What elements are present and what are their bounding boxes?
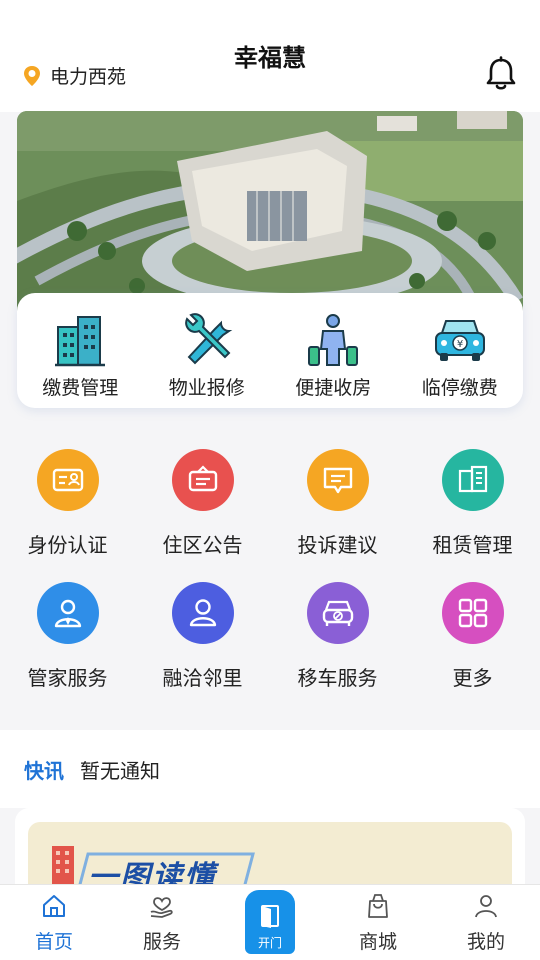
- location-selector[interactable]: 电力西苑: [22, 62, 126, 89]
- quick-action-repair[interactable]: 物业报修: [144, 293, 271, 408]
- service-lease[interactable]: 租赁管理: [405, 449, 540, 558]
- service-icon-circle: [171, 449, 234, 511]
- service-icon-circle: [36, 582, 99, 644]
- message-icon: [323, 467, 352, 494]
- news-bar[interactable]: 快讯 暂无通知: [0, 730, 540, 808]
- service-neighbors[interactable]: 融洽邻里: [135, 582, 270, 691]
- quick-action-label: 临停缴费: [421, 377, 498, 399]
- tab-mine[interactable]: 我的: [432, 885, 540, 960]
- service-label: 身份认证: [27, 533, 108, 557]
- neighbors-icon: [189, 599, 216, 627]
- tab-mall[interactable]: 商城: [324, 885, 432, 960]
- home-icon: [43, 895, 65, 917]
- service-label: 更多: [452, 666, 493, 690]
- service-grid: 身份认证 住区公告 投诉建议 租赁管理 管家服务 融洽邻里 移车服务 更多: [0, 430, 540, 728]
- quick-action-label: 便捷收房: [295, 377, 372, 399]
- location-label: 电力西苑: [50, 66, 127, 88]
- tab-service[interactable]: 服务: [108, 885, 216, 960]
- service-icon: [150, 897, 173, 918]
- building-icon: [55, 316, 106, 367]
- header: 幸福慧 电力西苑: [0, 0, 540, 112]
- service-icon-circle: [36, 449, 99, 511]
- person-luggage-icon: [308, 314, 359, 366]
- tab-label: 商城: [358, 931, 397, 953]
- quick-action-parking[interactable]: ¥ 临停缴费: [397, 293, 524, 408]
- location-pin-icon: [24, 65, 40, 86]
- service-icon-circle: [306, 582, 369, 644]
- service-id-verify[interactable]: 身份认证: [0, 449, 135, 558]
- service-complaint[interactable]: 投诉建议: [270, 449, 405, 558]
- user-icon: [475, 895, 497, 918]
- quick-actions-card: 缴费管理 物业报修 便捷收房 ¥ 临停缴费: [17, 293, 523, 408]
- tab-home[interactable]: 首页: [0, 885, 108, 960]
- id-card-icon: [52, 468, 83, 492]
- service-label: 融洽邻里: [162, 666, 243, 690]
- car-fee-icon: ¥: [434, 320, 485, 361]
- shopping-bag-icon: [368, 894, 388, 918]
- service-label: 租赁管理: [432, 533, 513, 557]
- service-label: 投诉建议: [297, 533, 378, 557]
- book-icon: [458, 465, 487, 493]
- svg-text:¥: ¥: [457, 339, 463, 350]
- notice-icon: [188, 465, 217, 492]
- service-icon-circle: [441, 582, 504, 644]
- move-car-icon: [322, 600, 353, 626]
- news-message: 暂无通知: [80, 758, 160, 783]
- tab-label: 服务: [142, 931, 181, 953]
- grid-icon: [458, 598, 487, 628]
- butler-icon: [54, 599, 81, 628]
- open-door-button[interactable]: 开门: [245, 890, 295, 954]
- service-label: 移车服务: [297, 666, 378, 690]
- service-icon-circle: [441, 449, 504, 511]
- tab-label: 我的: [466, 931, 505, 953]
- service-butler[interactable]: 管家服务: [0, 582, 135, 691]
- service-icon-circle: [171, 582, 234, 644]
- service-label: 住区公告: [162, 533, 243, 557]
- service-icon-circle: [306, 449, 369, 511]
- quick-action-label: 缴费管理: [42, 377, 119, 399]
- quick-action-label: 物业报修: [168, 377, 245, 399]
- tools-icon: [184, 313, 233, 365]
- news-tag: 快讯: [24, 758, 64, 783]
- tab-label: 首页: [34, 931, 73, 953]
- service-label: 管家服务: [27, 666, 108, 690]
- quick-action-fee[interactable]: 缴费管理: [17, 293, 144, 408]
- banner-image[interactable]: [17, 111, 523, 311]
- open-door-label: 开门: [257, 936, 282, 950]
- bell-icon[interactable]: [484, 56, 518, 92]
- service-notice[interactable]: 住区公告: [135, 449, 270, 558]
- promo-banner[interactable]: 一图读懂: [28, 822, 512, 892]
- service-more[interactable]: 更多: [405, 582, 540, 691]
- service-move-car[interactable]: 移车服务: [270, 582, 405, 691]
- door-icon: [261, 905, 279, 928]
- quick-action-checkin[interactable]: 便捷收房: [270, 293, 397, 408]
